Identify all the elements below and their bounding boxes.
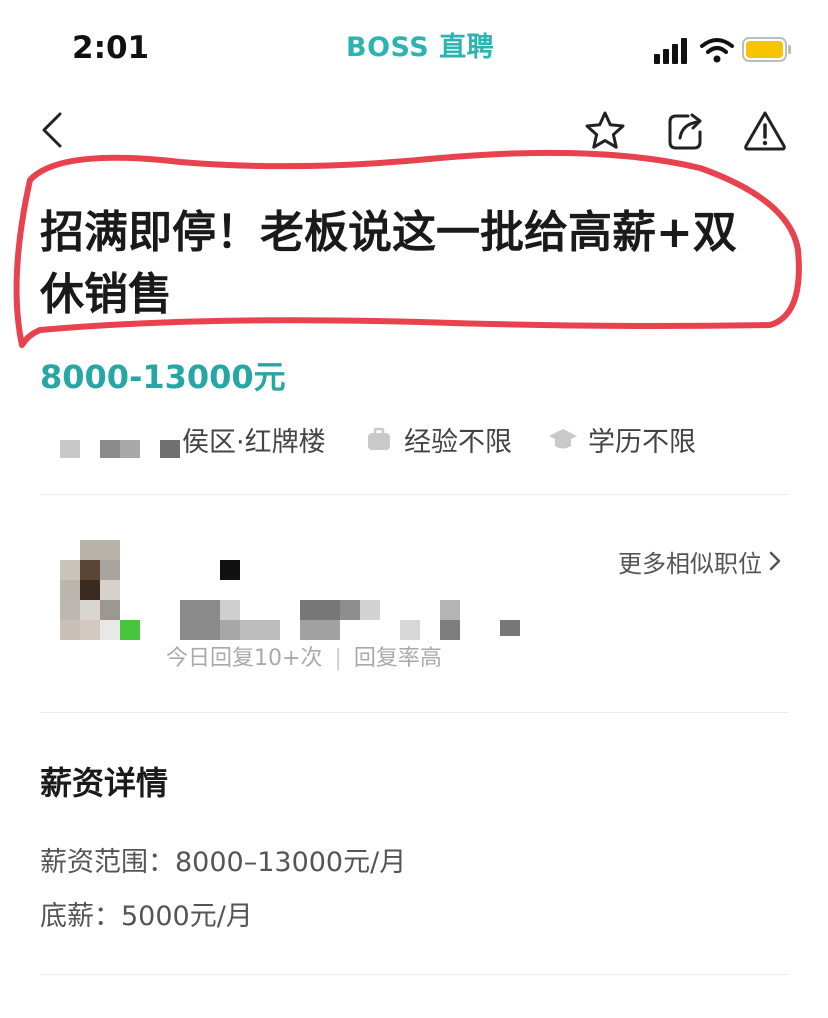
reply-stats: 今日回复10+次 | 回复率高 <box>166 640 442 672</box>
blurred-block <box>160 440 180 458</box>
blurred-block <box>120 440 140 458</box>
recruiter-avatar[interactable] <box>60 540 140 640</box>
app-name: BOSS 直聘 <box>346 32 495 63</box>
divider <box>40 494 788 495</box>
salary-range-label: 薪资范围： <box>40 847 175 878</box>
more-similar-jobs-link[interactable]: 更多相似职位 <box>618 544 782 579</box>
blurred-block <box>100 440 120 458</box>
base-salary-value: 5000元/月 <box>121 901 253 932</box>
divider <box>40 712 788 713</box>
location-tag: 侯区·红牌楼 <box>182 427 326 458</box>
chevron-right-icon <box>769 551 781 571</box>
star-icon[interactable] <box>582 108 628 154</box>
report-warning-icon[interactable] <box>742 108 788 154</box>
back-button[interactable] <box>38 110 68 150</box>
blurred-block <box>60 440 80 458</box>
divider <box>40 974 788 975</box>
salary-range: 8000-13000元 <box>40 358 286 396</box>
salary-range-row: 薪资范围：8000–13000元/月 <box>40 840 406 879</box>
job-tags: 侯区·红牌楼 经验不限 学历不限 <box>40 418 800 458</box>
battery-icon <box>742 37 791 62</box>
education-tag: 学历不限 <box>588 427 696 458</box>
graduation-cap-icon <box>549 429 577 449</box>
experience-tag: 经验不限 <box>404 427 512 458</box>
separator: | <box>334 646 342 671</box>
reply-rate: 回复率高 <box>353 646 442 671</box>
share-icon[interactable] <box>662 108 708 154</box>
cellular-signal-icon <box>654 38 688 64</box>
job-title: 招满即停！老板说这一批给高薪+双休销售 <box>40 207 737 320</box>
briefcase-icon <box>368 427 390 450</box>
base-salary-row: 底薪：5000元/月 <box>40 894 253 933</box>
status-time: 2:01 <box>72 30 150 66</box>
more-similar-jobs-label: 更多相似职位 <box>618 550 762 578</box>
salary-range-value: 8000–13000元/月 <box>175 847 407 878</box>
wifi-icon <box>700 38 734 63</box>
reply-count: 今日回复10+次 <box>166 646 323 671</box>
salary-details-heading: 薪资详情 <box>40 764 169 802</box>
base-salary-label: 底薪： <box>40 901 121 932</box>
